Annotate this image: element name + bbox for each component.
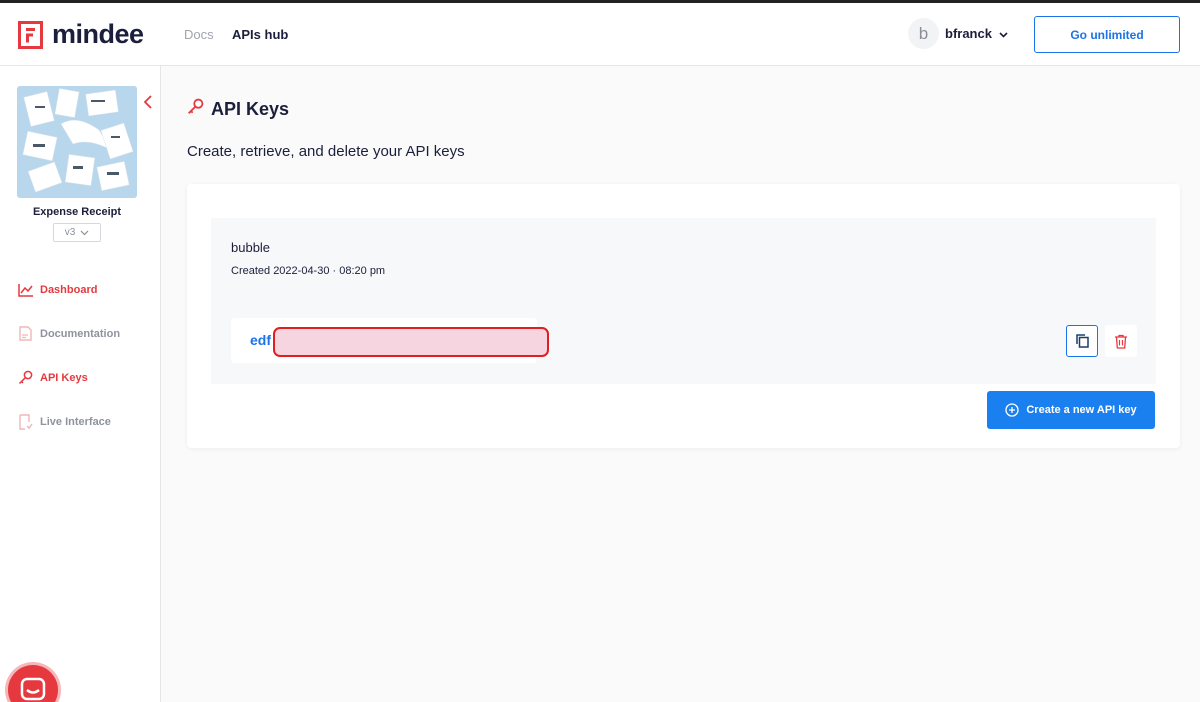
logo[interactable]: mindee <box>18 19 144 50</box>
product-thumbnail <box>17 86 137 198</box>
copy-key-button[interactable] <box>1066 325 1098 357</box>
page-subtitle: Create, retrieve, and delete your API ke… <box>187 143 465 160</box>
chat-launcher-button[interactable] <box>8 665 58 702</box>
redaction-mask <box>273 327 549 357</box>
chat-icon <box>20 677 46 701</box>
plus-circle-icon <box>1005 403 1020 417</box>
create-api-key-label: Create a new API key <box>1026 404 1137 416</box>
avatar: b <box>908 18 939 49</box>
sidebar-item-label: Documentation <box>40 327 121 340</box>
api-key-value: edf <box>250 332 271 348</box>
sidebar: Expense Receipt v3 Dashboard Documentati… <box>0 66 161 702</box>
chevron-down-icon <box>80 230 89 235</box>
logo-text: mindee <box>52 19 144 49</box>
api-key-item: bubble Created 2022-04-30 · 08:20 pm edf <box>211 218 1156 384</box>
live-document-icon <box>17 413 34 430</box>
product-name: Expense Receipt <box>32 206 122 218</box>
document-icon <box>17 325 34 342</box>
delete-key-button[interactable] <box>1105 325 1137 357</box>
chevron-down-icon <box>999 25 1008 43</box>
nav-apis-hub[interactable]: APIs hub <box>232 27 288 42</box>
sidebar-item-api-keys[interactable]: API Keys <box>17 369 88 386</box>
create-api-key-button[interactable]: Create a new API key <box>987 391 1155 429</box>
mindee-logo-icon <box>18 20 43 49</box>
sidebar-item-label: Live Interface <box>40 415 111 428</box>
api-key-name: bubble <box>231 240 271 255</box>
sidebar-item-dashboard[interactable]: Dashboard <box>17 281 97 298</box>
sidebar-item-label: API Keys <box>40 371 88 384</box>
version-select[interactable]: v3 <box>53 223 101 242</box>
trash-icon <box>1115 334 1127 349</box>
sidebar-item-documentation[interactable]: Documentation <box>17 325 120 342</box>
sidebar-item-label: Dashboard <box>40 283 98 296</box>
chart-line-icon <box>17 281 34 298</box>
username: bfranck <box>945 26 992 41</box>
api-key-field[interactable]: edf <box>231 318 549 363</box>
api-keys-card: bubble Created 2022-04-30 · 08:20 pm edf <box>187 184 1180 448</box>
user-menu[interactable]: b bfranck <box>908 18 1008 49</box>
go-unlimited-button[interactable]: Go unlimited <box>1034 16 1180 53</box>
copy-icon <box>1076 334 1089 348</box>
version-value: v3 <box>64 227 76 238</box>
api-key-created: Created 2022-04-30 · 08:20 pm <box>231 265 386 277</box>
key-icon <box>17 369 34 386</box>
page-title: API Keys <box>211 98 290 119</box>
nav-docs[interactable]: Docs <box>184 27 214 42</box>
key-icon <box>187 98 204 120</box>
chevron-left-icon <box>143 95 152 109</box>
sidebar-item-live-interface[interactable]: Live Interface <box>17 413 111 430</box>
collapse-sidebar-button[interactable] <box>143 94 153 115</box>
main-content: API Keys Create, retrieve, and delete yo… <box>162 66 1200 702</box>
top-bar: mindee Docs APIs hub b bfranck Go unlimi… <box>0 0 1200 66</box>
page-header: API Keys <box>187 98 289 120</box>
